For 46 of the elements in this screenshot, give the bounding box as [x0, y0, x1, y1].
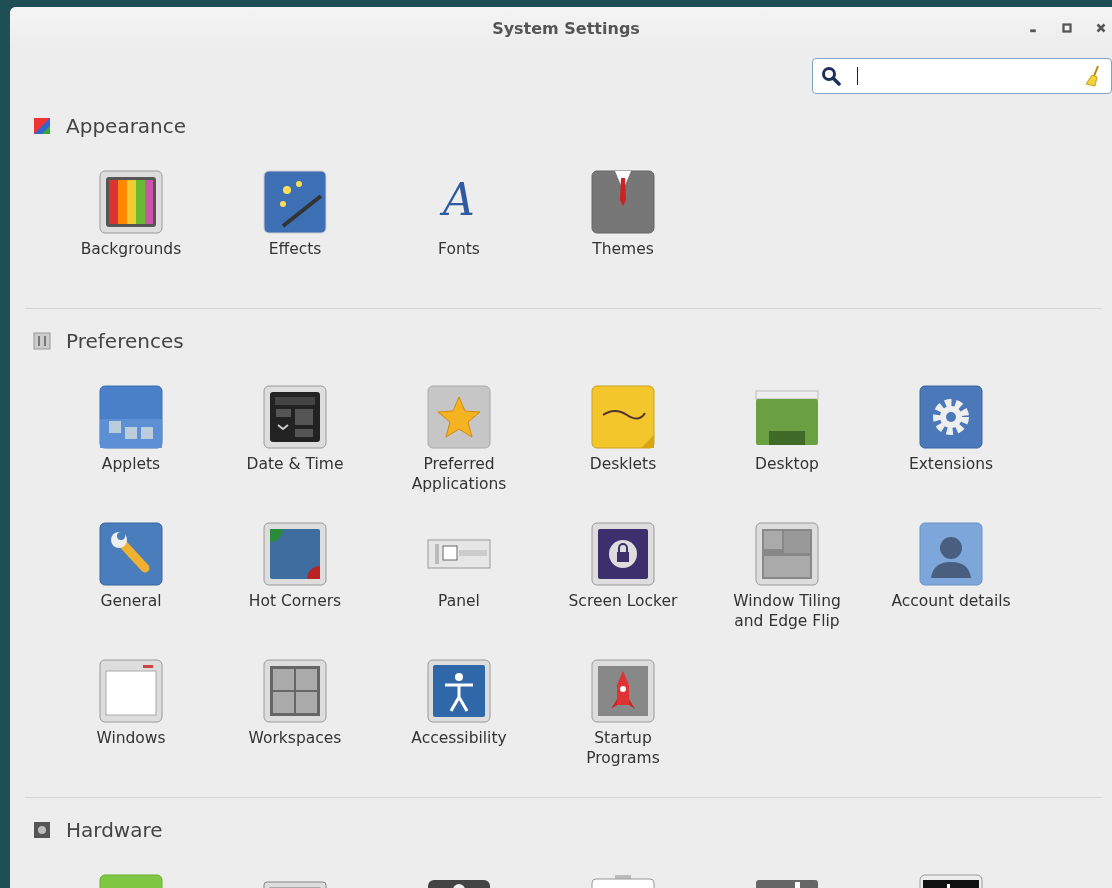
settings-item-label[interactable]: Backgrounds [80, 239, 182, 259]
magic-wand-icon[interactable] [263, 170, 327, 234]
settings-item-label[interactable]: General [100, 591, 162, 611]
settings-item-label[interactable]: Account details [891, 591, 1011, 611]
settings-item-label[interactable]: Desklets [589, 454, 657, 474]
rocket-icon[interactable] [591, 659, 655, 723]
accessibility-icon[interactable] [427, 659, 491, 723]
settings-item-label[interactable]: Workspaces [248, 728, 342, 748]
settings-item-label[interactable]: Panel [438, 591, 480, 611]
app-icon[interactable]: A [427, 170, 491, 234]
four-squares-icon[interactable] [263, 659, 327, 723]
section-heading: Appearance [66, 114, 187, 138]
settings-item-label[interactable]: Effects [268, 239, 322, 259]
settings-item-label[interactable]: Themes [592, 239, 654, 259]
settings-item-label[interactable]: Hot Corners [248, 591, 342, 611]
search-icon [821, 66, 841, 86]
settings-item-label[interactable]: Date & Time [246, 454, 344, 474]
settings-item-label[interactable]: Preferred Applications [395, 454, 523, 494]
settings-item-label[interactable]: Screen Locker [568, 591, 678, 611]
window-title: System Settings [492, 19, 640, 38]
person-silhouette-icon[interactable] [919, 522, 983, 586]
settings-item-label[interactable]: Desktop [755, 454, 819, 474]
hardware-tile-icon [33, 821, 51, 839]
close-icon[interactable] [1094, 21, 1108, 35]
suit-and-tie-icon[interactable] [591, 170, 655, 234]
screen-corners-icon[interactable] [263, 522, 327, 586]
color-square-icon [33, 117, 51, 135]
settings-item-label[interactable]: Accessibility [411, 728, 507, 748]
settings-item-label[interactable]: Window Tiling and Edge Flip [723, 591, 851, 631]
settings-item-label[interactable]: Windows [96, 728, 166, 748]
calendar-clock-icon[interactable] [263, 385, 327, 449]
padlock-icon[interactable] [591, 522, 655, 586]
section-heading: Hardware [66, 818, 163, 842]
maximize-icon[interactable] [1060, 21, 1074, 35]
section-heading: Preferences [66, 329, 184, 353]
color-stripes-icon[interactable] [99, 170, 163, 234]
tiled-windows-icon[interactable] [755, 522, 819, 586]
settings-item-label[interactable]: Startup Programs [559, 728, 687, 768]
gear-icon[interactable] [919, 385, 983, 449]
settings-item-label[interactable]: Extensions [908, 454, 994, 474]
wrench-icon[interactable] [99, 522, 163, 586]
sticky-note-icon[interactable] [591, 385, 655, 449]
search-field[interactable] [812, 58, 1112, 94]
panel-applets-icon[interactable] [99, 385, 163, 449]
settings-item-label[interactable]: Applets [101, 454, 161, 474]
settings-item-label[interactable]: Fonts [438, 239, 480, 259]
